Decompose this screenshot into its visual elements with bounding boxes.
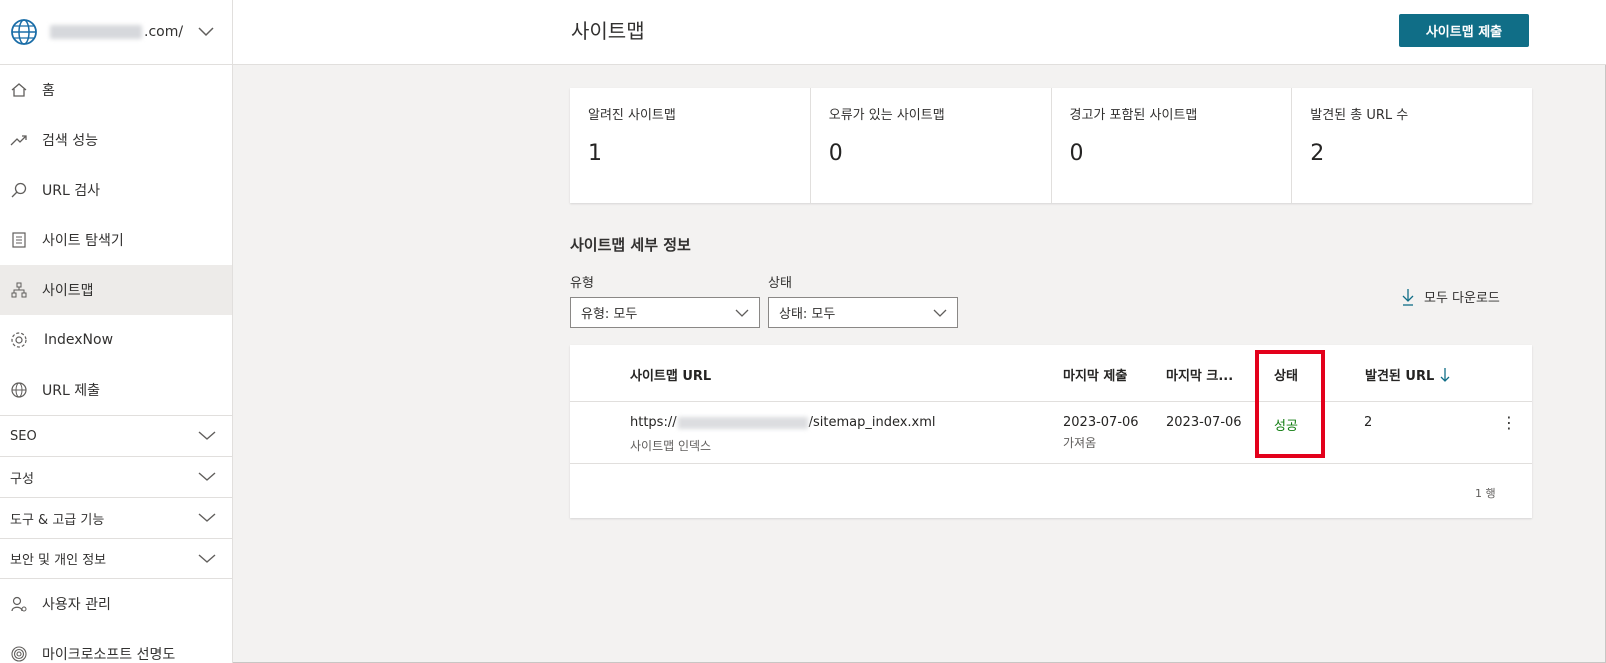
download-all-label: 모두 다운로드 bbox=[1424, 291, 1500, 306]
sidebar-item-label: 마이크로소프트 선명도 bbox=[42, 647, 176, 663]
row-count: 1 행 bbox=[1475, 487, 1496, 500]
last-submitted-source: 가져옴 bbox=[1063, 436, 1097, 450]
fingerprint-icon bbox=[10, 645, 28, 663]
sidebar-item-indexnow[interactable]: IndexNow bbox=[0, 315, 232, 365]
sidebar-group-label: SEO bbox=[10, 428, 37, 444]
column-header-last-submitted[interactable]: 마지막 제출 bbox=[1063, 365, 1127, 384]
column-header-last-crawled[interactable]: 마지막 크... bbox=[1166, 365, 1233, 384]
row-divider bbox=[570, 463, 1532, 464]
stat-value: 0 bbox=[1069, 141, 1084, 166]
redacted-domain bbox=[677, 416, 808, 429]
sidebar-group-security[interactable]: 보안 및 개인 정보 bbox=[0, 538, 232, 579]
sitemap-table: 사이트맵 URL 마지막 제출 마지막 크... 상태 발견된 URL http… bbox=[570, 345, 1532, 518]
status-filter-dropdown[interactable]: 상태: 모두 bbox=[768, 297, 958, 328]
column-header-discovered-label: 발견된 URL bbox=[1365, 369, 1435, 384]
last-submitted-date: 2023-07-06 bbox=[1063, 415, 1139, 430]
sidebar-item-label: 사이트맵 bbox=[42, 283, 94, 299]
chevron-down-icon bbox=[198, 472, 216, 481]
type-filter-value: 유형: 모두 bbox=[581, 307, 638, 322]
sidebar-item-user-management[interactable]: 사용자 관리 bbox=[0, 579, 232, 629]
user-icon bbox=[10, 595, 28, 613]
site-domain: .com/ bbox=[144, 24, 184, 40]
stat-label: 알려진 사이트맵 bbox=[588, 108, 676, 123]
stats-cards: 알려진 사이트맵 1 오류가 있는 사이트맵 0 경고가 포함된 사이트맵 0 … bbox=[570, 88, 1532, 203]
stat-error-sitemaps: 오류가 있는 사이트맵 0 bbox=[811, 88, 1052, 203]
chevron-down-icon bbox=[735, 309, 749, 317]
page-title: 사이트맵 bbox=[571, 19, 645, 43]
redacted-domain bbox=[50, 25, 142, 39]
type-filter-label: 유형 bbox=[570, 276, 594, 291]
sidebar-item-label: 사이트 탐색기 bbox=[42, 233, 124, 249]
chevron-down-icon bbox=[198, 553, 216, 563]
type-filter-dropdown[interactable]: 유형: 모두 bbox=[570, 297, 760, 328]
sidebar-group-label: 보안 및 개인 정보 bbox=[10, 553, 107, 568]
chevron-down-icon bbox=[198, 431, 216, 440]
chevron-down-icon bbox=[933, 309, 947, 317]
sort-descending-icon bbox=[1440, 367, 1450, 382]
sidebar-item-label: IndexNow bbox=[44, 332, 114, 348]
status-filter-value: 상태: 모두 bbox=[779, 307, 836, 322]
sidebar-item-home[interactable]: 홈 bbox=[0, 65, 232, 115]
stat-value: 2 bbox=[1310, 141, 1325, 166]
download-all-button[interactable]: 모두 다운로드 bbox=[1402, 287, 1500, 306]
page-header: 사이트맵 사이트맵 제출 bbox=[233, 0, 1606, 65]
trend-icon bbox=[10, 131, 28, 149]
sitemap-url-suffix: /sitemap_index.xml bbox=[808, 415, 936, 430]
chevron-down-icon bbox=[198, 27, 214, 37]
home-icon bbox=[10, 81, 28, 99]
globe-icon bbox=[10, 381, 28, 399]
sidebar-item-label: 사용자 관리 bbox=[42, 597, 111, 613]
sidebar-group-seo[interactable]: SEO bbox=[0, 415, 232, 456]
status-highlight-box bbox=[1255, 350, 1325, 458]
last-crawled-date: 2023-07-06 bbox=[1166, 415, 1242, 430]
sidebar: .com/ 홈 검색 성능 URL 검사 사이트 탐색기 사이트맵 IndexN… bbox=[0, 0, 233, 663]
discovered-url-count: 2 bbox=[1364, 415, 1373, 430]
stat-label: 경고가 포함된 사이트맵 bbox=[1069, 108, 1198, 123]
column-header-url[interactable]: 사이트맵 URL bbox=[630, 365, 711, 384]
status-filter-label: 상태 bbox=[768, 276, 792, 291]
stat-value: 1 bbox=[588, 141, 602, 166]
column-header-discovered[interactable]: 발견된 URL bbox=[1365, 365, 1450, 384]
download-arrow-icon bbox=[1402, 288, 1414, 306]
sitemap-url-prefix: https:// bbox=[630, 415, 677, 430]
sidebar-group-tools[interactable]: 도구 & 고급 기능 bbox=[0, 497, 232, 538]
stat-known-sitemaps: 알려진 사이트맵 1 bbox=[570, 88, 811, 203]
stat-warning-sitemaps: 경고가 포함된 사이트맵 0 bbox=[1052, 88, 1293, 203]
sitemap-url[interactable]: https:// /sitemap_index.xml bbox=[630, 415, 936, 430]
document-icon bbox=[10, 231, 28, 249]
sidebar-item-label: URL 검사 bbox=[42, 183, 100, 199]
sidebar-group-label: 도구 & 고급 기능 bbox=[10, 512, 105, 528]
sidebar-item-label: URL 제출 bbox=[42, 383, 100, 399]
sidebar-item-label: 홈 bbox=[42, 83, 55, 99]
gear-icon bbox=[10, 331, 28, 349]
sitemap-type: 사이트맵 인덱스 bbox=[630, 439, 712, 453]
chevron-down-icon bbox=[198, 513, 216, 522]
more-options-icon[interactable]: ⋮ bbox=[1501, 413, 1517, 432]
sidebar-item-clarity[interactable]: 마이크로소프트 선명도 bbox=[0, 629, 232, 663]
header-divider bbox=[570, 401, 1532, 402]
stat-label: 발견된 총 URL 수 bbox=[1310, 108, 1409, 123]
site-selector[interactable]: .com/ bbox=[0, 0, 232, 65]
stat-label: 오류가 있는 사이트맵 bbox=[828, 108, 945, 123]
submit-sitemap-button[interactable]: 사이트맵 제출 bbox=[1399, 14, 1529, 47]
sidebar-item-label: 검색 성능 bbox=[42, 133, 98, 149]
sidebar-item-url-submission[interactable]: URL 제출 bbox=[0, 365, 232, 415]
details-title: 사이트맵 세부 정보 bbox=[570, 236, 691, 254]
sitemap-icon bbox=[10, 281, 28, 299]
sidebar-item-search-performance[interactable]: 검색 성능 bbox=[0, 115, 232, 165]
stat-value: 0 bbox=[828, 141, 843, 166]
sidebar-item-site-explorer[interactable]: 사이트 탐색기 bbox=[0, 215, 232, 265]
stat-total-urls: 발견된 총 URL 수 2 bbox=[1292, 88, 1532, 203]
search-icon bbox=[10, 181, 28, 199]
sidebar-item-sitemaps[interactable]: 사이트맵 bbox=[0, 265, 232, 315]
sidebar-group-label: 구성 bbox=[10, 471, 34, 487]
sidebar-group-configuration[interactable]: 구성 bbox=[0, 456, 232, 497]
sidebar-item-url-inspection[interactable]: URL 검사 bbox=[0, 165, 232, 215]
globe-icon bbox=[11, 19, 37, 45]
